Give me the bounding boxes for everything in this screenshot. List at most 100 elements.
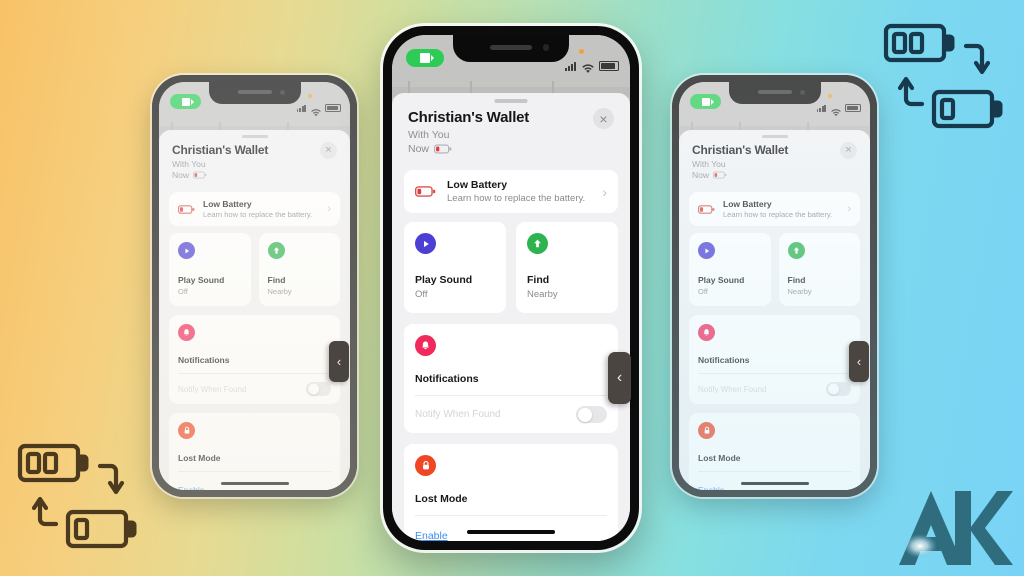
notify-when-found-row[interactable]: Notify When Found: [689, 374, 860, 404]
find-tile[interactable]: Find Nearby: [516, 222, 618, 313]
play-sound-title: Play Sound: [178, 275, 225, 285]
play-sound-icon: [415, 233, 436, 254]
chevron-right-icon: ›: [327, 203, 331, 215]
lost-mode-card: Lost Mode Enable: [169, 413, 340, 490]
notify-when-found-row[interactable]: Notify When Found: [169, 374, 340, 404]
side-tab-handle-left[interactable]: ‹: [329, 341, 349, 382]
notify-when-found-toggle[interactable]: [826, 382, 851, 396]
battery-icon: [325, 104, 341, 112]
ak-watermark-logo: [893, 487, 1013, 569]
low-battery-subtitle: Learn how to replace the battery.: [723, 210, 833, 219]
find-subtitle: Nearby: [527, 289, 558, 300]
sheet-status-line: With You: [692, 159, 726, 169]
video-camera-icon: [181, 97, 190, 106]
play-sound-icon: [178, 242, 195, 259]
wifi-icon: [311, 104, 321, 117]
status-bar-icons: [565, 60, 619, 73]
notify-when-found-toggle[interactable]: [576, 406, 607, 423]
find-arrow-icon: [527, 233, 548, 254]
low-battery-title: Low Battery: [723, 199, 772, 209]
device-notch: [208, 82, 301, 104]
lost-mode-title: Lost Mode: [178, 453, 221, 463]
notifications-title: Notifications: [415, 373, 479, 385]
chevron-right-icon: ›: [602, 183, 607, 200]
notify-when-found-label: Notify When Found: [698, 384, 767, 394]
low-battery-icon: [713, 171, 727, 179]
action-tiles: Play Sound Off Find Nearby: [689, 233, 860, 306]
close-icon: ×: [599, 110, 608, 127]
orange-privacy-dot: [828, 94, 832, 98]
notifications-title: Notifications: [178, 355, 230, 365]
side-tab-handle-right[interactable]: ‹: [849, 341, 869, 382]
play-sound-tile[interactable]: Play Sound Off: [169, 233, 251, 306]
play-sound-title: Play Sound: [415, 274, 473, 286]
find-arrow-icon: [787, 242, 805, 259]
screen-recording-pill[interactable]: [406, 49, 444, 67]
play-sound-tile[interactable]: Play Sound Off: [689, 233, 771, 306]
notifications-card: Notifications Notify When Found: [404, 324, 618, 433]
battery-swap-illustration-bottom-left: [14, 438, 142, 556]
low-battery-icon: [178, 204, 195, 214]
low-battery-subtitle: Learn how to replace the battery.: [447, 193, 586, 204]
close-button[interactable]: ×: [840, 142, 857, 159]
phone-left-screen: Christian's Wallet With You Now × Low Ba…: [159, 82, 350, 490]
chevron-left-icon: ‹: [856, 354, 862, 369]
item-detail-sheet: Christian's Wallet With You Now × Low Ba…: [679, 130, 870, 490]
action-tiles: Play Sound Off Find Nearby: [404, 222, 618, 313]
find-arrow-icon: [267, 242, 285, 259]
low-battery-card[interactable]: Low Battery Learn how to replace the bat…: [404, 170, 618, 213]
find-tile[interactable]: Find Nearby: [258, 233, 340, 306]
device-notch: [728, 82, 821, 104]
close-icon: ×: [845, 144, 852, 156]
close-icon: ×: [325, 144, 332, 156]
screen-recording-pill[interactable]: [170, 94, 201, 109]
sheet-title: Christian's Wallet: [172, 143, 269, 157]
phone-left: Christian's Wallet With You Now × Low Ba…: [152, 75, 357, 497]
notify-when-found-row[interactable]: Notify When Found: [404, 396, 618, 433]
phone-center: Christian's Wallet With You Now × Low Ba…: [383, 26, 639, 550]
screen-recording-pill[interactable]: [690, 94, 721, 109]
find-tile[interactable]: Find Nearby: [778, 233, 860, 306]
notify-when-found-label: Notify When Found: [415, 409, 501, 420]
chevron-right-icon: ›: [847, 203, 851, 215]
enable-lost-mode-link[interactable]: Enable: [415, 530, 448, 541]
low-battery-icon: [698, 204, 715, 214]
play-sound-tile[interactable]: Play Sound Off: [404, 222, 506, 313]
low-battery-card[interactable]: Low Battery Learn how to replace the bat…: [169, 192, 340, 226]
notifications-title: Notifications: [698, 355, 750, 365]
sheet-time-line: Now: [408, 143, 430, 155]
sheet-status-line: With You: [172, 159, 206, 169]
low-battery-subtitle: Learn how to replace the battery.: [203, 210, 313, 219]
sheet-status-line: With You: [408, 129, 450, 141]
item-detail-sheet: Christian's Wallet With You Now × Low Ba…: [159, 130, 350, 490]
find-subtitle: Nearby: [267, 287, 292, 296]
low-battery-card[interactable]: Low Battery Learn how to replace the bat…: [689, 192, 860, 226]
play-sound-subtitle: Off: [178, 287, 188, 296]
enable-lost-mode-link[interactable]: Enable: [698, 485, 724, 490]
notify-when-found-toggle[interactable]: [306, 382, 331, 396]
cellular-signal-icon: [296, 104, 307, 112]
lock-icon: [698, 422, 715, 439]
home-indicator: [740, 482, 809, 485]
home-indicator: [220, 482, 289, 485]
video-camera-icon: [701, 97, 710, 106]
close-button[interactable]: ×: [593, 108, 614, 129]
status-bar-icons: [296, 103, 341, 117]
wifi-icon: [582, 61, 594, 73]
home-indicator: [467, 530, 555, 534]
action-tiles: Play Sound Off Find Nearby: [169, 233, 340, 306]
sheet-title: Christian's Wallet: [408, 109, 530, 126]
wifi-icon: [831, 104, 841, 117]
sheet-time-line: Now: [172, 170, 190, 180]
cellular-signal-icon: [816, 104, 827, 112]
low-battery-icon: [434, 144, 452, 154]
chevron-left-icon: ‹: [616, 369, 623, 386]
sheet-title: Christian's Wallet: [692, 143, 789, 157]
phone-right: Christian's Wallet With You Now × Low Ba…: [672, 75, 877, 497]
enable-lost-mode-link[interactable]: Enable: [178, 485, 204, 490]
low-battery-title: Low Battery: [203, 199, 252, 209]
side-tab-handle-center[interactable]: ‹: [608, 352, 631, 404]
lost-mode-card: Lost Mode Enable: [404, 444, 618, 541]
battery-swap-illustration-top-right: [880, 18, 1008, 136]
close-button[interactable]: ×: [320, 142, 337, 159]
